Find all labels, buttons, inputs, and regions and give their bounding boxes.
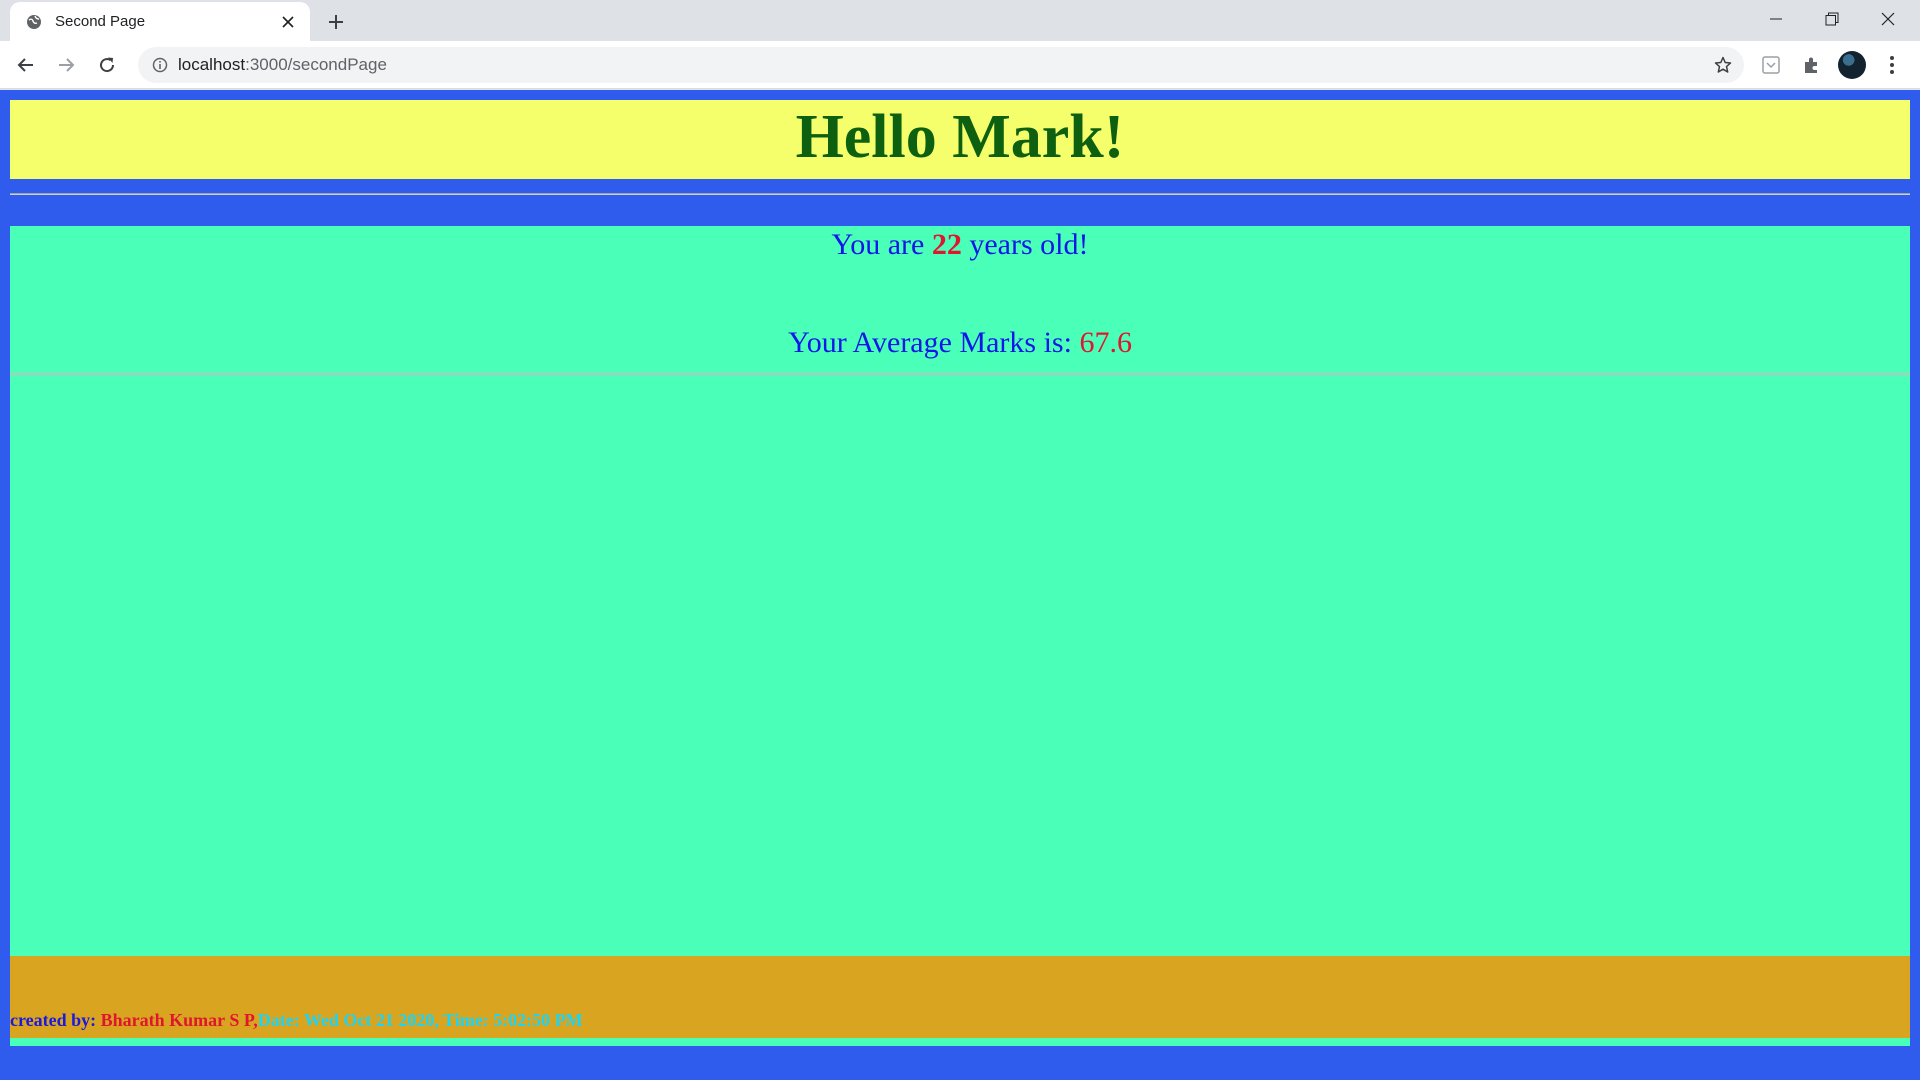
forward-button[interactable] bbox=[50, 49, 82, 81]
tab-second-page[interactable]: Second Page bbox=[10, 2, 310, 41]
url-text[interactable]: localhost:3000/secondPage bbox=[178, 55, 387, 75]
close-tab-icon[interactable] bbox=[278, 12, 298, 32]
age-prefix: You are bbox=[831, 228, 925, 261]
minimize-button[interactable] bbox=[1748, 0, 1804, 38]
author-name: Bharath Kumar S P, bbox=[100, 1010, 258, 1030]
footer-datetime: Date: Wed Oct 21 2020, Time: 5:02:50 PM bbox=[257, 1010, 583, 1030]
menu-dots-icon[interactable] bbox=[1876, 49, 1908, 81]
profile-avatar[interactable] bbox=[1838, 51, 1866, 79]
close-icon bbox=[1881, 12, 1895, 26]
created-by-label: created by: bbox=[10, 1010, 97, 1030]
restore-icon bbox=[1825, 12, 1839, 26]
reload-button[interactable] bbox=[91, 49, 123, 81]
back-button[interactable] bbox=[10, 49, 42, 81]
restore-button[interactable] bbox=[1804, 0, 1860, 38]
greeting-title: Hello Mark! bbox=[795, 102, 1125, 171]
star-icon[interactable] bbox=[1712, 54, 1734, 76]
page-viewport: Hello Mark! You are 22 years old! Your A… bbox=[0, 90, 1920, 1080]
footer-credit: created by: Bharath Kumar S P,Date: Wed … bbox=[10, 1010, 583, 1031]
tab-strip: Second Page bbox=[0, 0, 1920, 41]
marks-prefix: Your Average Marks is: bbox=[788, 326, 1072, 359]
age-suffix: years old! bbox=[969, 228, 1089, 261]
close-window-button[interactable] bbox=[1860, 0, 1916, 38]
marks-value: 67.6 bbox=[1079, 326, 1132, 359]
main-section: You are 22 years old! Your Average Marks… bbox=[10, 226, 1910, 1046]
pocket-icon[interactable] bbox=[1755, 49, 1787, 81]
url-path: :3000/secondPage bbox=[245, 55, 387, 74]
info-icon[interactable] bbox=[150, 55, 170, 75]
back-icon bbox=[17, 58, 33, 72]
url-host: localhost bbox=[178, 55, 246, 74]
marks-line: Your Average Marks is: 67.6 bbox=[10, 326, 1910, 360]
new-tab-button[interactable] bbox=[322, 8, 350, 36]
forward-icon bbox=[59, 58, 75, 72]
footer: created by: Bharath Kumar S P,Date: Wed … bbox=[10, 956, 1910, 1038]
reload-icon bbox=[100, 57, 115, 73]
age-line: You are 22 years old! bbox=[10, 228, 1910, 262]
address-bar[interactable]: localhost:3000/secondPage bbox=[138, 47, 1744, 83]
plus-icon bbox=[329, 15, 343, 29]
tab-title: Second Page bbox=[55, 13, 146, 30]
divider bbox=[10, 373, 1910, 375]
globe-icon bbox=[24, 12, 44, 32]
age-value: 22 bbox=[931, 228, 962, 261]
browser-toolbar: localhost:3000/secondPage bbox=[0, 41, 1920, 89]
minimize-icon bbox=[1770, 18, 1782, 20]
extensions-icon[interactable] bbox=[1795, 49, 1827, 81]
divider bbox=[10, 193, 1910, 195]
greeting-header: Hello Mark! bbox=[10, 100, 1910, 179]
